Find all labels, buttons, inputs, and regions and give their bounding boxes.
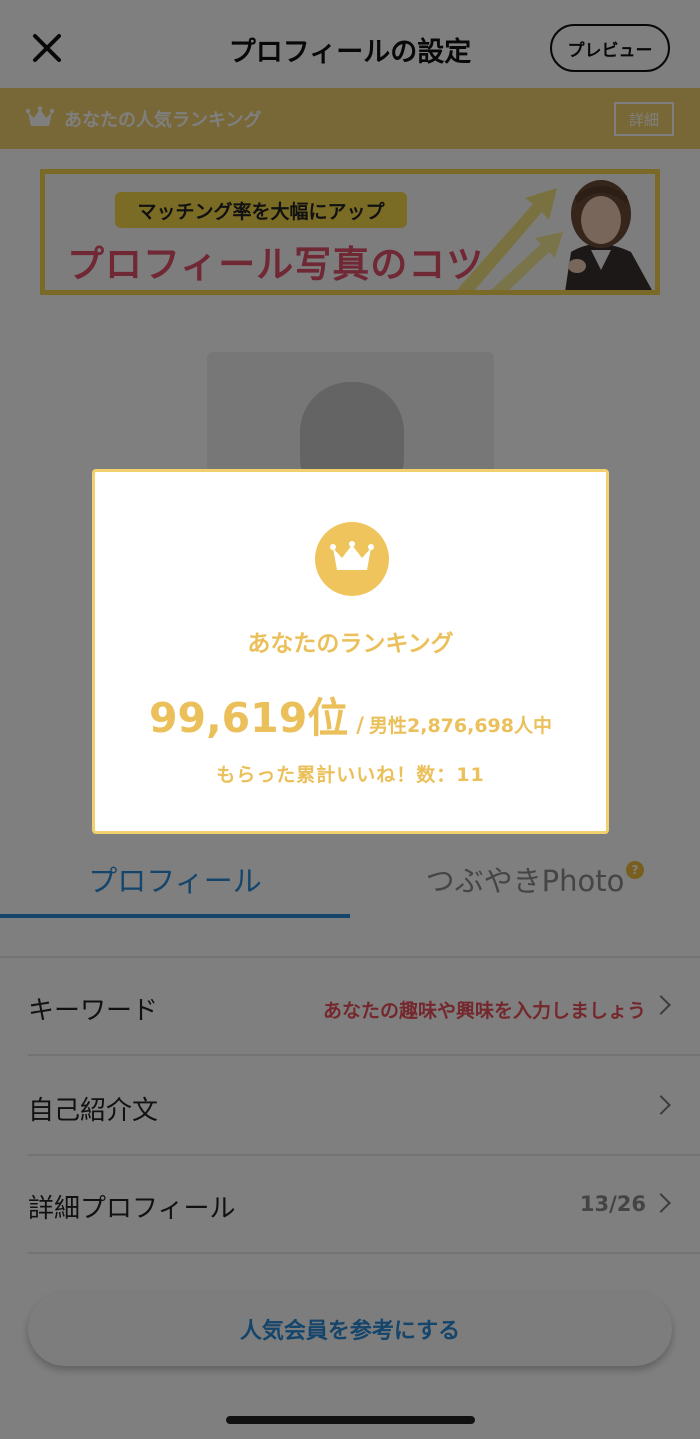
crown-icon	[315, 522, 389, 596]
rank-total: 男性2,876,698人中	[369, 715, 552, 737]
home-indicator[interactable]	[226, 1416, 475, 1424]
modal-heading: あなたのランキング	[247, 631, 454, 657]
rank-separator: /	[356, 713, 364, 737]
ranking-modal[interactable]: あなたのランキング 99,619位 / 男性2,876,698人中 もらった累計い…	[92, 469, 609, 834]
rank-line: 99,619位 / 男性2,876,698人中	[95, 684, 606, 744]
likes-count: もらった累計いいね！数：11	[216, 764, 485, 786]
rank-value: 99,619位	[149, 694, 349, 742]
